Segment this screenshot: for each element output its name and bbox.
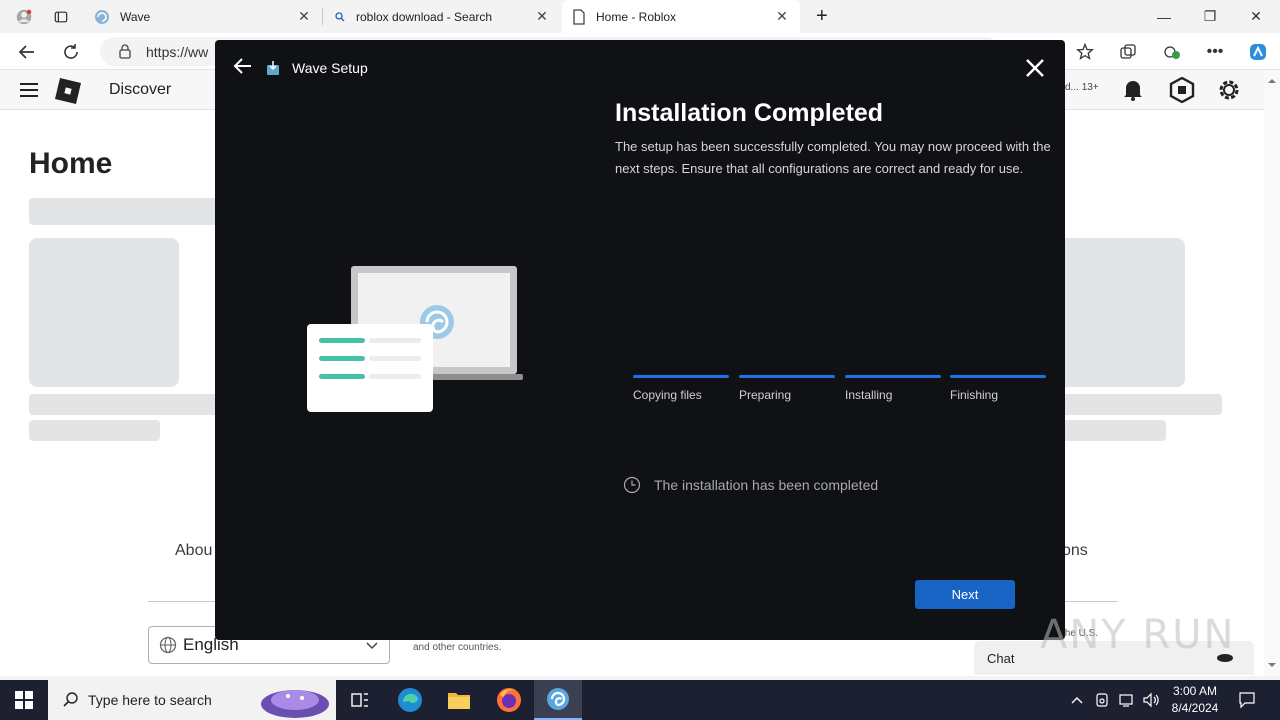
installer-illustration	[307, 266, 523, 412]
close-tab-icon[interactable]: ✕	[534, 8, 550, 25]
search-icon	[63, 692, 78, 707]
close-tab-icon[interactable]: ✕	[296, 8, 312, 25]
skeleton-bar	[29, 420, 160, 441]
wave-favicon-icon	[95, 9, 109, 24]
skeleton-card	[29, 238, 179, 387]
step-progress-bar	[739, 375, 835, 378]
settings-gear-icon[interactable]	[1216, 77, 1242, 108]
url-text: https://ww	[146, 43, 209, 60]
show-hidden-icons[interactable]	[1070, 680, 1084, 720]
nav-discover[interactable]: Discover	[109, 81, 171, 99]
start-button[interactable]	[0, 680, 48, 720]
clock-time: 3:00 AM	[1172, 684, 1218, 698]
chat-label: Chat	[987, 650, 1015, 666]
step-label: Installing	[845, 388, 893, 402]
clock-date: 8/4/2024	[1171, 701, 1219, 715]
tab-roblox-search[interactable]: roblox download - Search ✕	[324, 0, 560, 33]
task-view-icon[interactable]	[336, 680, 384, 720]
clock-icon	[623, 476, 641, 494]
notifications-icon[interactable]	[1238, 680, 1256, 720]
installation-status: The installation has been completed	[623, 476, 878, 494]
taskbar-search[interactable]: Type here to search	[48, 680, 336, 720]
windows-logo-icon	[15, 691, 33, 709]
robux-icon[interactable]	[1169, 76, 1195, 108]
network-icon[interactable]	[1118, 680, 1136, 720]
windows-taskbar: Type here to search 3:00 AM 8/4/2024	[0, 680, 1280, 720]
status-text: The installation has been completed	[654, 477, 879, 493]
step-progress-bar	[845, 375, 941, 378]
skeleton-bar	[29, 198, 219, 225]
step-label: Finishing	[950, 388, 999, 402]
back-button[interactable]	[12, 37, 42, 66]
page-scrollbar[interactable]	[1264, 70, 1280, 676]
extensions-icon[interactable]	[1157, 37, 1187, 66]
search-placeholder: Type here to search	[88, 692, 212, 708]
tab-title: roblox download - Search	[356, 9, 493, 24]
wave-taskbar-icon[interactable]	[534, 680, 582, 720]
next-button[interactable]: Next	[915, 580, 1015, 609]
step-progress-bar	[633, 375, 729, 378]
new-tab-button[interactable]: +	[806, 0, 834, 33]
step-installing: Installing	[845, 375, 941, 402]
step-progress-bar	[950, 375, 1046, 378]
tab-title: Wave	[120, 9, 151, 24]
copilot-icon[interactable]	[1243, 37, 1273, 66]
edge-taskbar-icon[interactable]	[386, 680, 434, 720]
roblox-logo-icon[interactable]	[53, 76, 83, 111]
installer-app-icon	[267, 61, 279, 75]
skeleton-card	[1050, 238, 1185, 387]
minimize-button[interactable]: —	[1141, 0, 1187, 33]
skeleton-bar	[29, 394, 219, 415]
copyright-text: and other countries.	[413, 642, 502, 653]
step-label: Preparing	[739, 388, 792, 402]
tab-actions-icon[interactable]	[44, 0, 78, 33]
page-title: Home	[29, 147, 113, 180]
step-label: Copying files	[633, 388, 702, 402]
search-highlight-icon	[261, 690, 329, 718]
notifications-bell-icon[interactable]	[1121, 78, 1145, 107]
file-explorer-icon[interactable]	[435, 680, 483, 720]
step-copying-files: Copying files	[633, 375, 729, 402]
favorites-icon[interactable]	[1070, 37, 1100, 66]
close-icon[interactable]	[1023, 56, 1047, 80]
volume-icon[interactable]	[1142, 680, 1160, 720]
back-arrow-icon[interactable]	[233, 57, 253, 81]
search-icon	[335, 11, 345, 21]
skeleton-bar	[1050, 394, 1222, 415]
restore-button[interactable]: ❐	[1187, 0, 1233, 33]
age-badge-text: 13+	[1081, 82, 1099, 93]
tab-wave[interactable]: Wave ✕	[84, 0, 322, 33]
browser-tab-bar: Wave ✕ roblox download - Search ✕ Home -…	[0, 0, 1280, 33]
globe-icon	[159, 636, 177, 654]
page-icon	[573, 8, 585, 25]
close-tab-icon[interactable]: ✕	[774, 8, 790, 25]
refresh-button[interactable]	[56, 37, 86, 66]
firefox-icon[interactable]	[485, 680, 533, 720]
profile-avatar[interactable]	[6, 0, 42, 33]
wave-setup-dialog: Wave Setup Installation Completed The se…	[215, 40, 1065, 640]
tab-divider	[322, 8, 323, 25]
installation-heading: Installation Completed	[615, 99, 884, 127]
installation-description: The setup has been successfully complete…	[615, 139, 1051, 176]
chevron-down-icon	[366, 642, 378, 650]
lock-icon	[119, 44, 131, 59]
step-preparing: Preparing	[739, 375, 835, 402]
device-icon[interactable]	[1094, 680, 1110, 720]
step-finishing: Finishing	[950, 375, 1046, 402]
tab-title: Home - Roblox	[596, 9, 677, 24]
footer-link-options[interactable]: ons	[1062, 542, 1088, 560]
taskbar-clock[interactable]: 3:00 AM 8/4/2024	[1160, 683, 1230, 717]
age-badge: d... 13+	[1065, 82, 1099, 93]
anyrun-watermark: ANY RUN	[1040, 612, 1236, 658]
hamburger-menu-icon[interactable]	[18, 81, 40, 104]
close-window-button[interactable]: ✕	[1233, 0, 1279, 33]
more-menu-icon[interactable]: •••	[1200, 37, 1230, 66]
skeleton-bar	[1050, 420, 1166, 441]
footer-link-about[interactable]: Abou	[175, 542, 212, 560]
tab-home-roblox[interactable]: Home - Roblox ✕	[562, 0, 800, 33]
dialog-title: Wave Setup	[292, 60, 368, 76]
collections-icon[interactable]	[1113, 37, 1143, 66]
